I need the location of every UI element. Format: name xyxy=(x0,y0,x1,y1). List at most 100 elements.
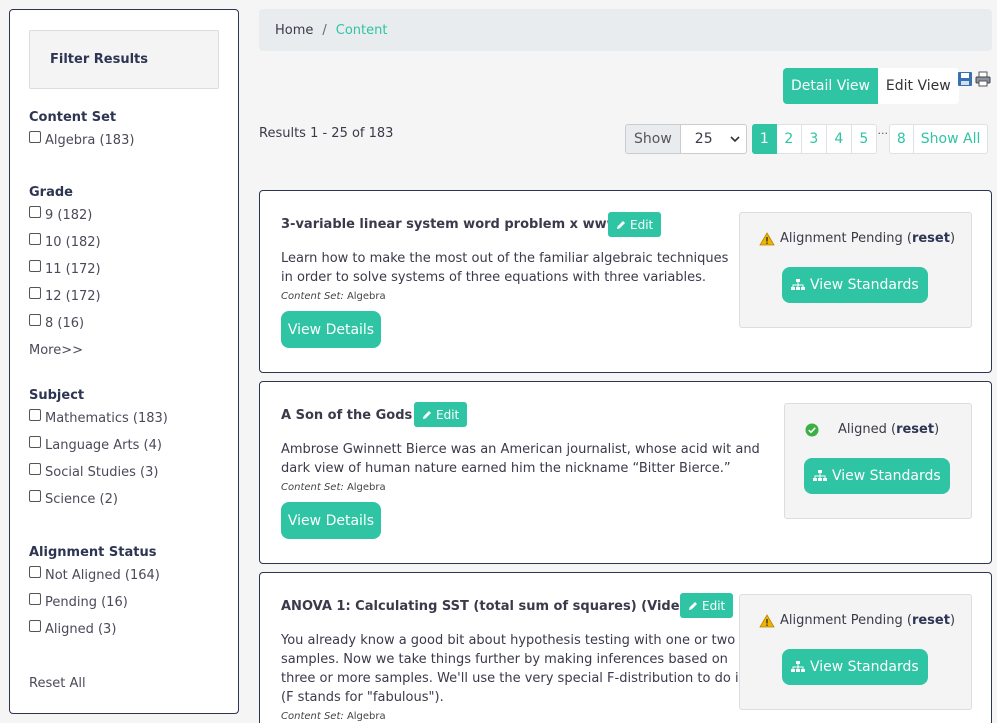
checkbox[interactable] xyxy=(29,205,41,218)
filter-option[interactable]: 12 (172) xyxy=(29,283,101,310)
checkbox[interactable] xyxy=(29,259,41,272)
filter-heading: Content Set xyxy=(29,110,117,125)
filter-option[interactable]: Science (2) xyxy=(29,486,168,513)
content-set: Content Set: Algebra xyxy=(281,711,386,722)
filter-option-label: Language Arts (4) xyxy=(45,438,162,453)
print-icon[interactable] xyxy=(975,71,991,87)
toolbar-icons xyxy=(957,71,991,87)
edit-label: Edit xyxy=(630,217,654,232)
filter-heading: Subject xyxy=(29,388,85,403)
pencil-icon xyxy=(423,410,431,419)
alignment-status: Alignment Pending (reset) xyxy=(759,613,955,628)
filter-option-label: Science (2) xyxy=(45,492,118,507)
status-text: Alignment Pending xyxy=(780,613,903,628)
chevron-down-icon xyxy=(730,136,740,143)
description-line: You already know a good bit about hypoth… xyxy=(281,633,736,648)
content-title[interactable]: ANOVA 1: Calculating SST (total sum of s… xyxy=(281,599,703,614)
breadcrumb: Home / Content xyxy=(259,9,992,51)
content-description: Learn how to make the most out of the fa… xyxy=(281,249,728,287)
filter-option[interactable]: Mathematics (183) xyxy=(29,405,168,432)
content-title[interactable]: A Son of the Gods xyxy=(281,408,412,423)
edit-button[interactable]: Edit xyxy=(608,212,662,237)
filter-option[interactable]: Language Arts (4) xyxy=(29,432,168,459)
filter-option[interactable]: 9 (182) xyxy=(29,202,101,229)
per-page-select[interactable]: 25 xyxy=(680,124,747,154)
filter-sidebar: Filter Results Content Set Algebra (183)… xyxy=(9,9,239,714)
show-all-button[interactable]: Show All xyxy=(913,124,989,154)
edit-button[interactable]: Edit xyxy=(414,402,468,427)
view-standards-label: View Standards xyxy=(810,659,919,675)
checkbox[interactable] xyxy=(29,408,41,421)
filter-heading: Alignment Status xyxy=(29,545,157,560)
per-page-value: 25 xyxy=(694,131,713,147)
filter-option-label: Not Aligned (164) xyxy=(45,568,160,583)
warning-icon xyxy=(759,231,775,245)
checkbox[interactable] xyxy=(29,130,41,143)
page-1[interactable]: 1 xyxy=(751,124,777,154)
more-link[interactable]: More>> xyxy=(29,337,101,364)
content-card: A Son of the Gods Edit Ambrose Gwinnett … xyxy=(259,381,992,564)
filter-option[interactable]: Algebra (183) xyxy=(29,127,134,154)
reset-link[interactable]: reset xyxy=(896,422,934,437)
view-details-button[interactable]: View Details xyxy=(281,502,381,539)
reset-link[interactable]: reset xyxy=(912,613,950,628)
checkbox[interactable] xyxy=(29,313,41,326)
page-2[interactable]: 2 xyxy=(776,124,802,154)
content-set-value: Algebra xyxy=(346,711,386,722)
checkbox[interactable] xyxy=(29,286,41,299)
filter-option-label: 8 (16) xyxy=(45,316,85,331)
breadcrumb-home[interactable]: Home xyxy=(275,23,313,38)
description-line: samples. Now we take things further by m… xyxy=(281,652,728,667)
filter-group-content-set: Content Set Algebra (183) xyxy=(29,110,134,154)
reset-link[interactable]: reset xyxy=(912,231,950,246)
alignment-status: Alignment Pending (reset) xyxy=(759,231,955,246)
status-text: Alignment Pending xyxy=(780,231,903,246)
edit-view-button[interactable]: Edit View xyxy=(877,68,959,104)
checkbox[interactable] xyxy=(29,565,41,578)
detail-view-button[interactable]: Detail View xyxy=(783,68,878,104)
pagination-ellipsis: ... xyxy=(877,124,889,137)
page-5[interactable]: 5 xyxy=(851,124,877,154)
page-8[interactable]: 8 xyxy=(888,124,914,154)
alignment-panel: Aligned (reset) View Standards xyxy=(784,403,972,519)
breadcrumb-separator: / xyxy=(322,22,327,38)
filter-option[interactable]: Not Aligned (164) xyxy=(29,562,160,589)
page-3[interactable]: 3 xyxy=(801,124,827,154)
view-standards-label: View Standards xyxy=(832,468,941,484)
content-title[interactable]: 3-variable linear system word problem x … xyxy=(281,217,619,232)
filter-group-grade: Grade 9 (182) 10 (182) 11 (172) 12 (172)… xyxy=(29,185,101,364)
pencil-icon xyxy=(617,220,625,229)
view-standards-button[interactable]: View Standards xyxy=(782,267,928,303)
filter-option[interactable]: Pending (16) xyxy=(29,589,160,616)
reset-all-link[interactable]: Reset All xyxy=(29,676,86,691)
content-card: 3-variable linear system word problem x … xyxy=(259,190,992,373)
status-text: Aligned xyxy=(838,422,887,437)
filter-results-header: Filter Results xyxy=(29,30,219,89)
filter-option-label: Algebra (183) xyxy=(45,133,135,148)
view-toggle: Detail View Edit View xyxy=(783,68,959,104)
checkbox[interactable] xyxy=(29,489,41,502)
show-label: Show xyxy=(625,124,681,154)
checkbox[interactable] xyxy=(29,462,41,475)
checkbox[interactable] xyxy=(29,232,41,245)
filter-option[interactable]: 8 (16) xyxy=(29,310,101,337)
description-line: Learn how to make the most out of the fa… xyxy=(281,251,729,266)
filter-option[interactable]: 10 (182) xyxy=(29,229,101,256)
alignment-status: Aligned (reset) xyxy=(805,422,939,437)
view-details-button[interactable]: View Details xyxy=(281,311,381,348)
filter-group-alignment-status: Alignment Status Not Aligned (164) Pendi… xyxy=(29,545,160,643)
filter-option[interactable]: Social Studies (3) xyxy=(29,459,168,486)
filter-option[interactable]: 11 (172) xyxy=(29,256,101,283)
save-icon[interactable] xyxy=(957,71,973,87)
view-standards-button[interactable]: View Standards xyxy=(804,458,950,494)
sitemap-icon xyxy=(813,470,827,481)
checkbox[interactable] xyxy=(29,619,41,632)
checkbox[interactable] xyxy=(29,592,41,605)
pagination: Show 25 1 2 3 4 5 ... 8 Show All xyxy=(625,124,989,154)
checkbox[interactable] xyxy=(29,435,41,448)
edit-button[interactable]: Edit xyxy=(680,593,734,618)
view-standards-button[interactable]: View Standards xyxy=(782,649,928,685)
page-4[interactable]: 4 xyxy=(826,124,852,154)
filter-option-label: 9 (182) xyxy=(45,208,93,223)
filter-option[interactable]: Aligned (3) xyxy=(29,616,160,643)
